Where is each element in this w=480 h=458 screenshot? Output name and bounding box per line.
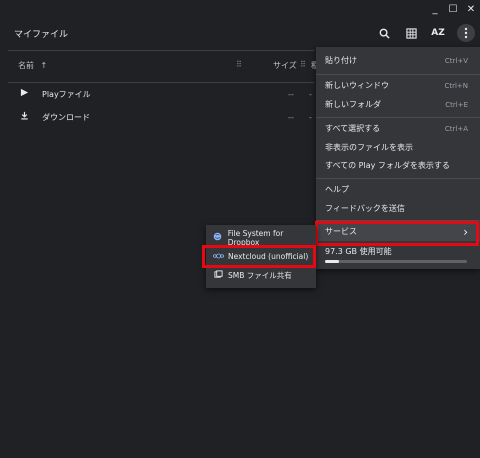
menu-divider xyxy=(316,117,480,118)
column-resize-handle[interactable]: ⠿ xyxy=(236,60,242,69)
play-icon xyxy=(20,88,29,100)
menu-item-show-play-folders[interactable]: すべての Play フォルダを表示する xyxy=(316,156,480,175)
menu-divider xyxy=(316,74,480,75)
menu-item-paste[interactable]: 貼り付け Ctrl+V xyxy=(316,51,480,70)
column-size-header[interactable]: サイズ xyxy=(273,60,297,71)
download-icon xyxy=(20,111,29,123)
close-icon: ✕ xyxy=(466,3,476,15)
menu-divider xyxy=(316,178,480,179)
column-resize-handle[interactable]: ⠿ xyxy=(300,60,306,69)
maximize-icon: ☐ xyxy=(448,3,458,15)
minimize-button[interactable]: _ xyxy=(428,2,442,16)
maximize-button[interactable]: ☐ xyxy=(446,2,460,16)
sort-az-icon: AZ xyxy=(431,28,445,38)
file-type: - xyxy=(309,89,312,99)
file-type: - xyxy=(309,112,312,122)
menu-item-feedback[interactable]: フィードバックを送信 xyxy=(316,199,480,218)
submenu-item-smb[interactable]: SMB ファイル共有 xyxy=(206,266,316,285)
grid-view-button[interactable] xyxy=(401,23,421,43)
storage-bar-fill xyxy=(325,260,340,263)
more-vert-icon xyxy=(464,27,468,39)
file-row-play[interactable]: Playファイル -- - xyxy=(8,83,314,105)
close-button[interactable]: ✕ xyxy=(464,2,478,16)
search-icon xyxy=(379,28,390,39)
page-title: マイファイル xyxy=(14,30,69,40)
menu-item-show-hidden[interactable]: 非表示のファイルを表示 xyxy=(316,138,480,157)
toolbar-divider xyxy=(8,50,314,51)
dropbox-globe-icon xyxy=(208,232,228,243)
nextcloud-highlight-box xyxy=(202,245,316,268)
sort-button[interactable]: AZ xyxy=(428,23,448,43)
sort-arrow-icon: ↑ xyxy=(40,61,48,70)
minimize-icon: _ xyxy=(432,3,438,15)
file-name: Playファイル xyxy=(42,89,91,99)
menu-item-new-folder[interactable]: 新しいフォルダ Ctrl+E xyxy=(316,95,480,114)
grid-view-icon xyxy=(405,27,417,39)
file-name: ダウンロード xyxy=(42,112,90,122)
file-row-downloads[interactable]: ダウンロード -- - xyxy=(8,106,314,128)
search-button[interactable] xyxy=(374,23,394,43)
services-highlight-box xyxy=(315,221,479,246)
smb-share-icon xyxy=(208,270,228,281)
storage-bar xyxy=(325,260,467,263)
column-name-header[interactable]: 名前 ↑ xyxy=(18,60,47,71)
menu-item-select-all[interactable]: すべて選択する Ctrl+A xyxy=(316,119,480,138)
menu-item-help[interactable]: ヘルプ xyxy=(316,180,480,199)
menu-item-new-window[interactable]: 新しいウィンドウ Ctrl+N xyxy=(316,76,480,95)
more-options-button[interactable] xyxy=(457,24,475,42)
file-size: -- xyxy=(288,112,294,122)
file-size: -- xyxy=(288,89,294,99)
